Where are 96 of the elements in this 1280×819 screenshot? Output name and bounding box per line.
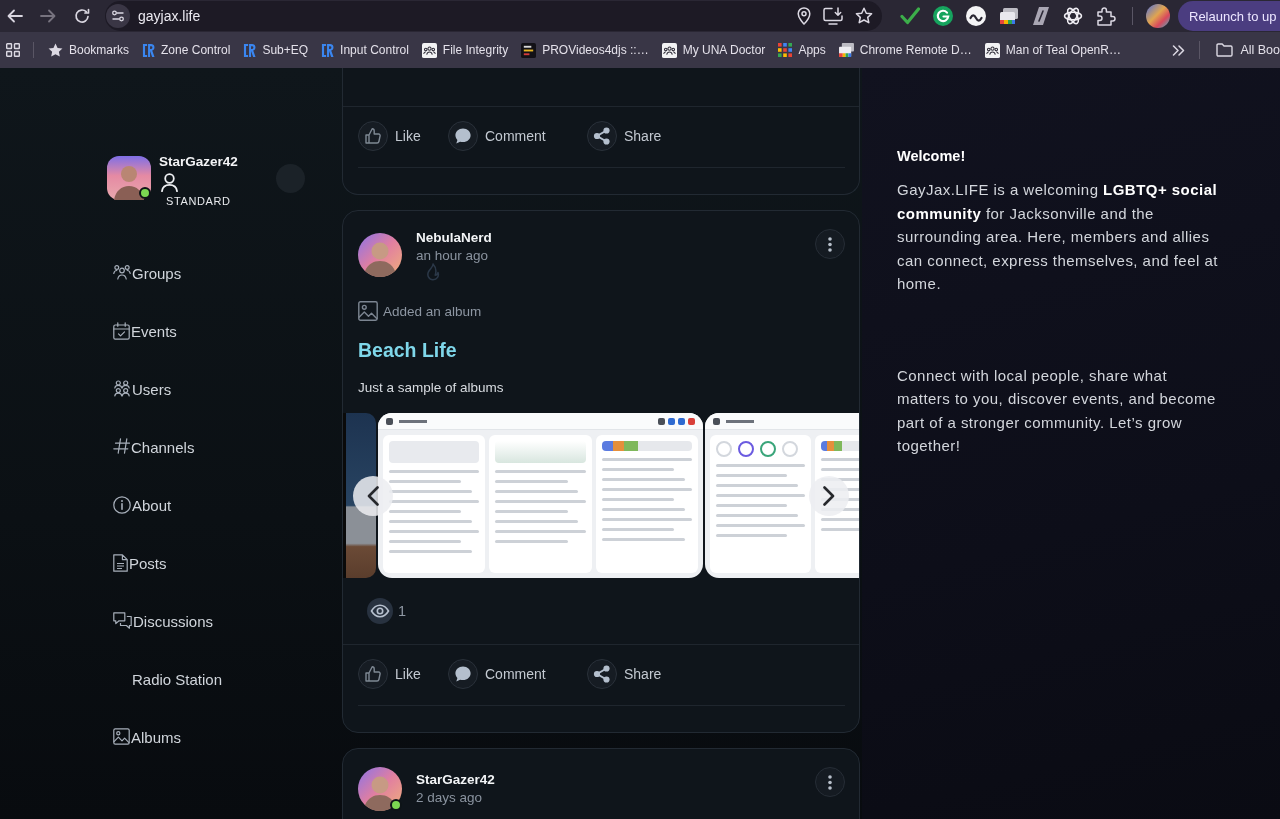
bracket-logo-icon bbox=[321, 42, 335, 58]
slanted-tile-icon[interactable] bbox=[1032, 6, 1050, 26]
users-icon bbox=[113, 380, 131, 397]
bookmark-link[interactable]: My UNA Doctor bbox=[655, 37, 772, 63]
bookmark-link[interactable]: Sub+EQ bbox=[237, 37, 315, 63]
bookmark-link[interactable]: Zone Control bbox=[136, 37, 237, 63]
post-time: 2 days ago bbox=[416, 789, 483, 807]
calendar-check-icon bbox=[113, 322, 130, 340]
more-button[interactable] bbox=[815, 767, 845, 797]
share-button[interactable]: Share bbox=[587, 120, 662, 151]
reload-icon[interactable] bbox=[74, 8, 90, 24]
profile-avatar[interactable] bbox=[1146, 4, 1170, 28]
nav-link[interactable]: Posts bbox=[113, 554, 167, 576]
site-settings-icon[interactable] bbox=[106, 4, 130, 28]
nav-link[interactable]: Events bbox=[113, 322, 177, 344]
group-icon bbox=[113, 264, 131, 280]
nav-link[interactable]: Groups bbox=[113, 264, 182, 286]
nav-link[interactable]: Radio Station bbox=[113, 670, 223, 692]
nav-link[interactable]: Channels bbox=[113, 438, 195, 460]
view-count: 1 bbox=[398, 603, 407, 619]
post-time: an hour ago bbox=[416, 247, 489, 265]
speech-bubble-icon bbox=[448, 658, 478, 689]
dot-grid-icon bbox=[778, 43, 793, 57]
bookmark-link[interactable]: File Integrity bbox=[415, 37, 515, 63]
chevron-right-icon bbox=[823, 486, 835, 506]
share-icon bbox=[587, 120, 617, 151]
nav-link[interactable]: Users bbox=[113, 380, 172, 402]
forward-icon[interactable] bbox=[40, 9, 56, 23]
wave-disc-icon[interactable] bbox=[966, 6, 986, 26]
extensions-puzzle-icon[interactable] bbox=[1096, 6, 1116, 26]
user-role: STANDARD bbox=[166, 195, 231, 207]
bracket-logo-icon bbox=[243, 42, 257, 58]
nav-link[interactable]: About bbox=[113, 496, 172, 518]
bracket-logo-icon bbox=[142, 42, 156, 58]
eye-icon bbox=[367, 598, 393, 624]
post-text: Just a sample of albums bbox=[358, 379, 505, 397]
bookmark-link[interactable]: PROVideos4djs ::… bbox=[515, 37, 655, 63]
image-icon bbox=[358, 301, 378, 321]
ring-disc-icon[interactable] bbox=[933, 6, 953, 26]
people-tile-icon bbox=[661, 42, 677, 58]
location-pin-icon[interactable] bbox=[797, 7, 811, 25]
bookmark-link[interactable]: Man of Teal OpenR… bbox=[978, 37, 1127, 63]
speech-bubble-icon bbox=[448, 120, 478, 151]
bookmark-link[interactable]: Bookmarks bbox=[42, 37, 136, 63]
welcome-paragraph: Connect with local people, share what matters to you, discover events, and become part of a stronger community. Let’s grow together! bbox=[897, 365, 1217, 456]
share-button[interactable]: Share bbox=[587, 658, 662, 689]
welcome-title: Welcome! bbox=[897, 147, 967, 165]
bookmark-link[interactable]: Input Control bbox=[315, 37, 415, 63]
thumbs-up-icon bbox=[358, 658, 388, 689]
star-icon bbox=[48, 42, 63, 58]
people-tile-icon bbox=[421, 42, 437, 58]
chevron-left-icon bbox=[367, 486, 379, 506]
chevrons-icon[interactable] bbox=[1172, 44, 1186, 56]
chat-bubbles-icon bbox=[113, 612, 132, 629]
image-icon bbox=[113, 728, 130, 745]
author-name[interactable]: StarGazer42 bbox=[416, 771, 495, 788]
welcome-paragraph: GayJax.LIFE is a welcoming LGBTQ+ social community for Jacksonville and the surrounding area. Here, members and allies can connect, express themselves, and feel at home. bbox=[897, 180, 1219, 294]
person-icon bbox=[161, 173, 178, 192]
atom-icon[interactable] bbox=[1063, 6, 1083, 26]
more-icon bbox=[828, 236, 832, 252]
stacked-windows-icon[interactable] bbox=[999, 7, 1019, 25]
hash-icon bbox=[113, 438, 130, 454]
install-icon[interactable] bbox=[823, 7, 843, 25]
user-name[interactable]: StarGazer42 bbox=[159, 153, 238, 171]
user-avatar[interactable] bbox=[107, 156, 151, 200]
document-icon bbox=[113, 554, 128, 572]
activity-text: Added an album bbox=[383, 303, 482, 319]
author-name[interactable]: NebulaNerd bbox=[416, 229, 492, 246]
bookmark-link[interactable]: Chrome Remote D… bbox=[832, 37, 978, 63]
thumbs-up-icon bbox=[358, 120, 388, 151]
bookmark-link[interactable]: Apps bbox=[772, 37, 832, 63]
nav-link[interactable]: Albums bbox=[113, 728, 182, 750]
relaunch-button[interactable]: Relaunch to up bbox=[1178, 1, 1280, 31]
user-avatar[interactable] bbox=[358, 233, 402, 277]
user-avatar[interactable] bbox=[358, 767, 402, 811]
stacked-windows-icon bbox=[838, 43, 854, 57]
nav-link[interactable]: Discussions bbox=[113, 612, 214, 634]
apps-grid-icon[interactable] bbox=[6, 43, 20, 57]
check-icon[interactable] bbox=[900, 6, 920, 26]
star-icon[interactable] bbox=[855, 7, 873, 25]
like-button[interactable]: Like bbox=[358, 658, 448, 689]
album-title[interactable]: Beach Life bbox=[358, 337, 845, 363]
like-button[interactable]: Like bbox=[358, 120, 448, 151]
dark-tile-icon bbox=[521, 42, 537, 58]
more-button[interactable] bbox=[815, 229, 845, 259]
more-icon bbox=[828, 774, 832, 790]
folder-icon bbox=[1216, 43, 1234, 57]
url-text: gayjax.life bbox=[138, 8, 201, 24]
all-bookmarks-link[interactable]: All Boo bbox=[1210, 37, 1280, 63]
comment-button[interactable]: Comment bbox=[448, 120, 587, 151]
people-tile-icon bbox=[984, 42, 1000, 58]
comment-button[interactable]: Comment bbox=[448, 658, 587, 689]
address-bar[interactable]: gayjax.life bbox=[105, 1, 882, 31]
share-icon bbox=[587, 658, 617, 689]
info-icon bbox=[113, 496, 131, 514]
back-icon[interactable] bbox=[7, 9, 23, 23]
